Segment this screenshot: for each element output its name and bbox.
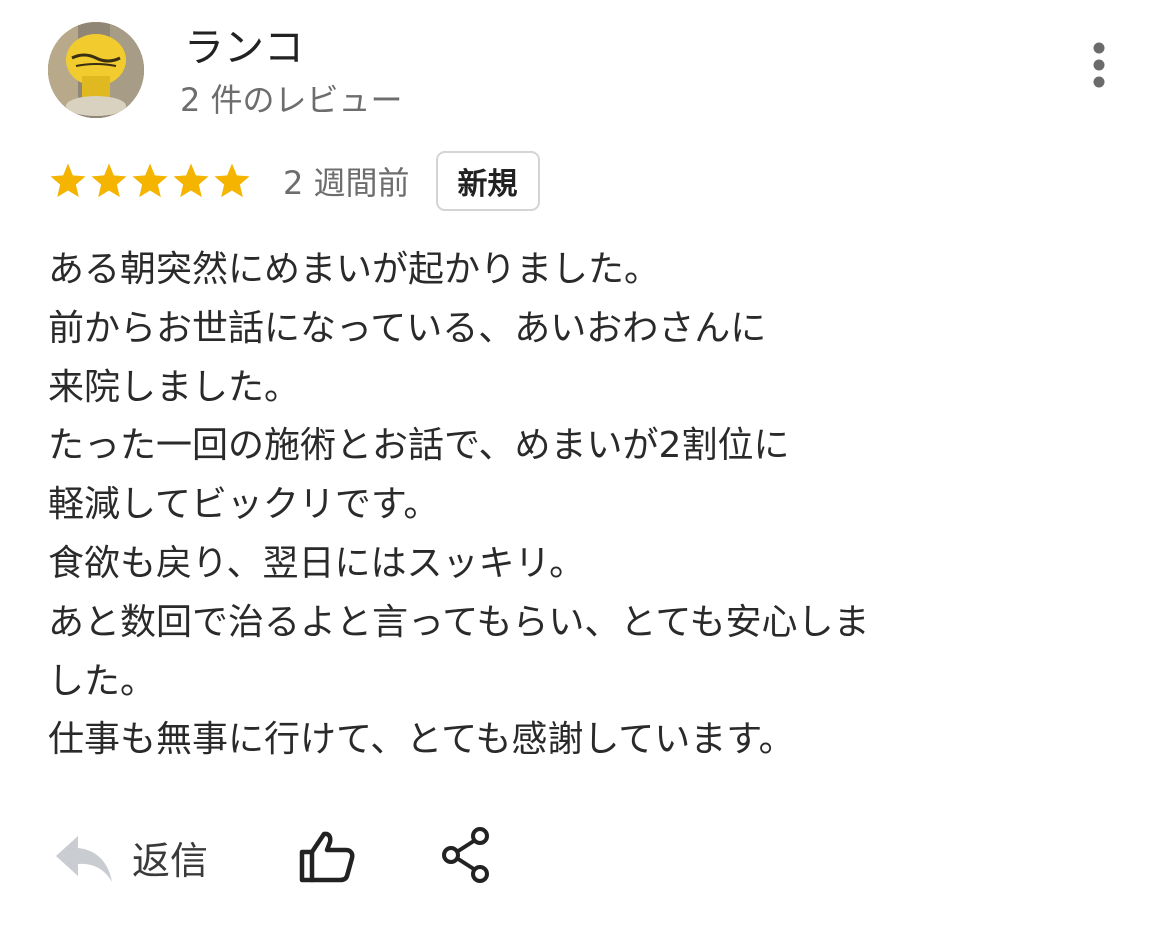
more-options-button[interactable]: [1082, 40, 1116, 92]
review-line: 食欲も戻り、翌日にはスッキリ。: [48, 542, 586, 584]
review-count: 2 件のレビュー: [180, 81, 403, 119]
reply-label: 返信: [132, 838, 209, 883]
star-icon: [214, 163, 250, 198]
review-line: ある朝突然にめまいが起かりました。: [48, 249, 661, 290]
avatar-image: [48, 22, 144, 118]
review-text: ある朝突然にめまいが起かりました。前からお世話になっている、あいおわさんに 来院し…: [48, 241, 1038, 770]
rating-row: 2 週間前 新規: [48, 150, 540, 212]
review-line: 前からお世話になっている、あいおわさんに: [48, 307, 767, 349]
reply-arrow-icon: [56, 836, 112, 882]
like-button[interactable]: [298, 828, 356, 884]
share-icon: [442, 827, 489, 883]
review-line: たった一回の施術とお話で、めまいが2割位に: [48, 425, 790, 467]
thumbs-up-icon: [299, 831, 355, 883]
review-line: 仕事も無事に行けて、とても感謝しています。: [48, 719, 795, 761]
share-button[interactable]: [440, 826, 492, 884]
review-line: あと数回で治るよと言ってもらい、とても安心しま: [48, 601, 870, 643]
star-icon: [173, 163, 209, 198]
star-icon: [132, 163, 168, 198]
star-icon: [91, 163, 127, 198]
more-vert-icon: [1093, 42, 1105, 88]
star-icon: [50, 163, 86, 198]
reviewer-name[interactable]: ランコ: [184, 24, 304, 72]
review-line: 来院しました。: [48, 366, 301, 408]
reply-button[interactable]: 返信: [52, 822, 208, 892]
new-badge: 新規: [435, 151, 540, 211]
review-line: 軽減してビックリです。: [48, 484, 440, 526]
avatar[interactable]: [48, 22, 144, 118]
star-rating: [48, 161, 253, 201]
review-line: した。: [48, 660, 157, 702]
review-date: 2 週間前: [283, 164, 410, 202]
